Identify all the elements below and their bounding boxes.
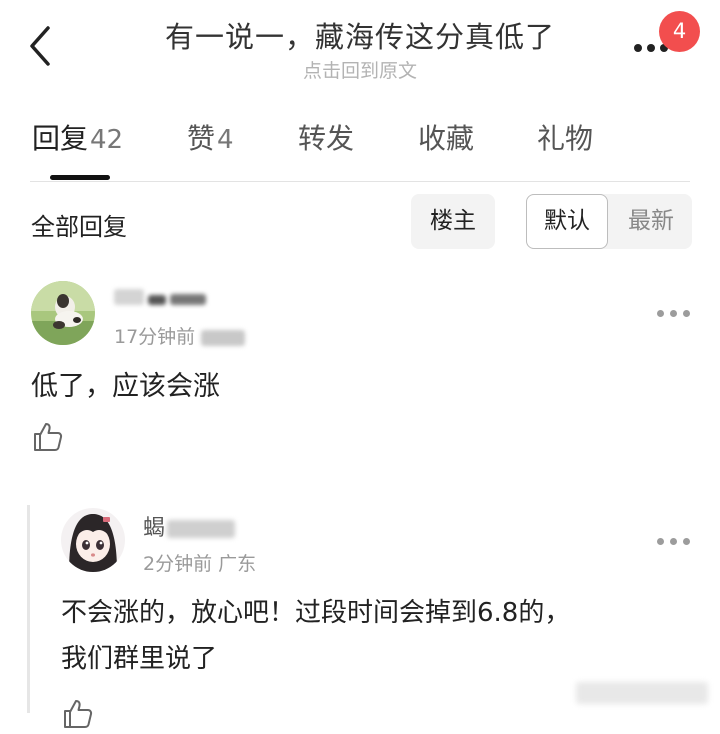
more-dots-icon (634, 44, 642, 52)
redaction-blur (170, 294, 206, 305)
reply-time: 2分钟前 (143, 553, 213, 575)
avatar-image (31, 281, 95, 345)
location-redacted (201, 329, 246, 346)
tab-label: 收藏 (418, 122, 475, 155)
reply-text-line: 我们群里说了 (61, 644, 218, 674)
reply-author-name[interactable]: 蝎 (143, 510, 236, 542)
owner-filter-chip[interactable]: 楼主 (411, 194, 495, 249)
avatar[interactable] (61, 508, 125, 572)
tab-label: 礼物 (537, 122, 594, 155)
commenter-name-redacted[interactable] (114, 289, 209, 311)
tab-label: 转发 (298, 122, 355, 155)
notification-badge[interactable]: 4 (659, 11, 700, 52)
author-name-visible: 蝎 (143, 516, 166, 541)
like-button[interactable] (62, 698, 94, 730)
thumbs-up-icon (34, 423, 63, 451)
tab-favorites[interactable]: 收藏 (418, 117, 474, 157)
sort-latest-button[interactable]: 最新 (610, 194, 692, 249)
page-title[interactable]: 有一说一，藏海传这分真低了 (0, 14, 720, 56)
more-dot (683, 310, 690, 317)
sort-default-button[interactable]: 默认 (526, 194, 608, 249)
more-dot (670, 538, 677, 545)
avatar[interactable] (31, 281, 95, 345)
tab-likes[interactable]: 赞4 (187, 117, 234, 157)
tab-reposts[interactable]: 转发 (298, 117, 354, 157)
redaction-blur (114, 289, 144, 305)
reply-location: 广东 (218, 553, 257, 575)
tab-count: 42 (90, 125, 124, 155)
reply-more-button[interactable] (657, 537, 691, 547)
thumbs-up-icon (64, 700, 93, 728)
watermark-redacted (576, 682, 708, 704)
avatar-image (61, 508, 125, 572)
redaction-blur (148, 295, 166, 305)
more-dot (683, 538, 690, 545)
like-button[interactable] (32, 421, 64, 453)
tab-count: 4 (217, 125, 234, 155)
reply-text-line: 不会涨的，放心吧！过段时间会掉到6.8的， (61, 598, 571, 628)
reply-thread-bar (27, 505, 30, 713)
more-dots-icon (657, 310, 664, 317)
active-tab-indicator (50, 175, 110, 180)
more-dots-icon (657, 538, 664, 545)
tab-label: 赞 (187, 122, 216, 155)
more-dot (670, 310, 677, 317)
back-to-original-link[interactable]: 点击回到原文 (0, 56, 720, 83)
tab-label: 回复 (32, 122, 89, 155)
tab-divider (30, 181, 690, 182)
comment-time: 17分钟前 (114, 326, 196, 348)
all-replies-label: 全部回复 (31, 213, 127, 241)
reply-text: 不会涨的，放心吧！过段时间会掉到6.8的， 我们群里说了 (61, 590, 681, 682)
more-dot (647, 44, 655, 52)
tab-replies[interactable]: 回复42 (32, 117, 123, 157)
tab-gifts[interactable]: 礼物 (537, 117, 593, 157)
name-redacted (167, 520, 236, 538)
comment-meta: 17分钟前 (114, 322, 246, 349)
comment-more-button[interactable] (657, 309, 691, 319)
comment-text: 低了，应该会涨 (31, 371, 220, 402)
reply-meta: 2分钟前 广东 (143, 549, 256, 576)
